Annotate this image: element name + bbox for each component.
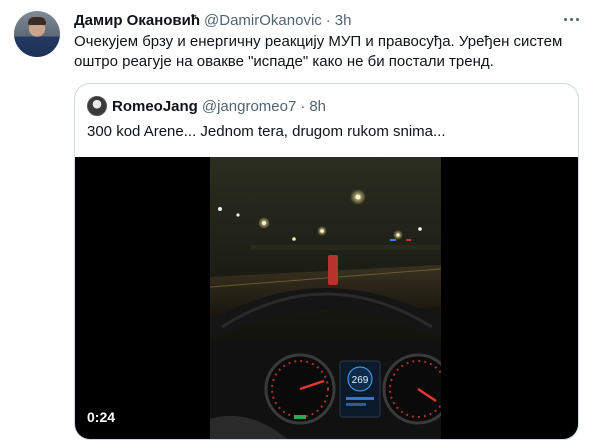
author-handle[interactable]: @DamirOkanovic [204,12,322,29]
author-name[interactable]: Дамир Окановић [74,12,200,29]
video-frame: 269 [210,157,441,439]
speedometer-readout: 269 [352,375,369,386]
quoted-author-handle: @jangromeo7 [201,97,297,115]
quoted-tweet-time: 8h [309,97,326,115]
tweet-time[interactable]: 3h [335,12,352,29]
more-horizontal-icon[interactable] [560,12,582,26]
quoted-tweet-header: RomeoJang @jangromeo7 · 8h [87,96,326,116]
tweet-header: Дамир Окановић @DamirOkanovic · 3h [74,10,351,30]
quoted-separator-dot: · [300,97,306,115]
tweet-text: Очекујем брзу и енергичну реакцију МУП и… [74,33,563,70]
quoted-tweet[interactable]: RomeoJang @jangromeo7 · 8h 300 kod Arene… [74,83,579,440]
quoted-author-avatar [87,96,107,116]
author-avatar[interactable] [14,11,60,57]
video-duration: 0:24 [87,409,116,425]
quoted-author-name: RomeoJang [112,97,198,115]
video-player[interactable]: 269 0:24 [75,157,578,439]
quoted-tweet-text: 300 kod Arene... Jednom tera, drugom ruk… [87,123,446,140]
dashboard-video-still: 269 [210,189,441,439]
tweet[interactable]: Дамир Окановић @DamirOkanovic · 3h Очеку… [0,0,607,443]
separator-dot: · [325,11,331,29]
